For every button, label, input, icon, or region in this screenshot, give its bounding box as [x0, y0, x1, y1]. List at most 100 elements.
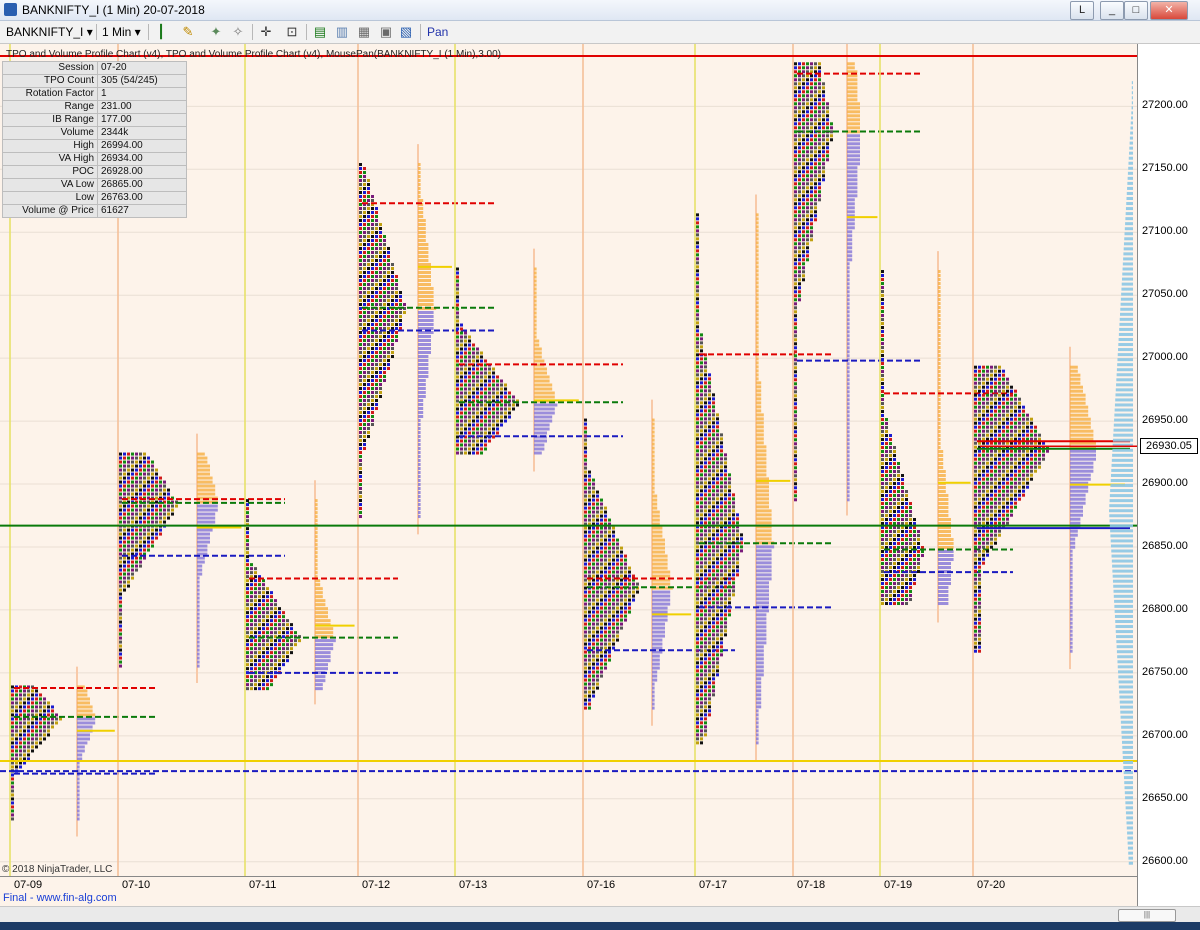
tpo-block	[982, 373, 985, 377]
volume-bar	[756, 305, 759, 309]
tpo-block	[246, 663, 249, 667]
tpo-block	[994, 421, 997, 425]
candlestick-icon[interactable]: ┃	[153, 24, 169, 40]
tpo-block	[881, 366, 884, 370]
tpo-block	[885, 502, 888, 506]
volume-bar	[847, 478, 850, 482]
tpo-block	[460, 403, 463, 407]
maximize-button[interactable]: □	[1124, 1, 1148, 20]
volume-bar	[197, 660, 200, 664]
tpo-block	[798, 118, 801, 122]
tpo-block	[893, 478, 896, 482]
tpo-block	[889, 554, 892, 558]
tpo-block	[724, 613, 727, 617]
tpo-block	[472, 415, 475, 419]
tpo-block	[724, 505, 727, 509]
tpo-block	[986, 449, 989, 453]
chart-panel[interactable]: TPO and Volume Profile Chart (v4), TPO a…	[0, 44, 1200, 906]
link-button[interactable]: L	[1070, 1, 1094, 20]
tpo-block	[119, 500, 122, 504]
tpo-block	[998, 373, 1001, 377]
tpo-block	[732, 501, 735, 505]
tpo-block	[696, 413, 699, 417]
crosshair-icon[interactable]: ✛	[258, 24, 274, 40]
tpo-block	[708, 521, 711, 525]
tpo-block	[986, 477, 989, 481]
tpo-block	[359, 171, 362, 175]
tpo-block	[472, 371, 475, 375]
pencil-icon[interactable]: ✎	[180, 24, 196, 40]
tpo-block	[712, 573, 715, 577]
tpo-block	[123, 520, 126, 524]
tpo-block	[367, 391, 370, 395]
tpo-block	[806, 162, 809, 166]
tpo-block	[712, 533, 715, 537]
tpo-block	[11, 701, 14, 705]
tpo-block	[732, 593, 735, 597]
tpo-block	[708, 489, 711, 493]
stay-tool-icon[interactable]: ✧	[230, 24, 246, 40]
volume-bar	[756, 589, 769, 593]
tpo-block	[359, 311, 362, 315]
tpo-block	[371, 331, 374, 335]
tpo-block	[696, 405, 699, 409]
instrument-selector[interactable]: BANKNIFTY_I ▾	[6, 24, 93, 40]
tpo-block	[994, 465, 997, 469]
zoom-icon[interactable]: ⊡	[284, 24, 300, 40]
volume-bar	[938, 418, 941, 422]
pan-mode-label[interactable]: Pan	[427, 24, 448, 40]
tpo-block	[974, 453, 977, 457]
interval-selector[interactable]: 1 Min ▾	[102, 24, 141, 40]
tpo-block	[596, 618, 599, 622]
tpo-block	[246, 587, 249, 591]
tpo-block	[814, 102, 817, 106]
tpo-block	[708, 393, 711, 397]
strategies-icon[interactable]: ▦	[356, 24, 372, 40]
tpo-block	[371, 315, 374, 319]
tpo-block	[982, 477, 985, 481]
tpo-block	[889, 442, 892, 446]
properties-icon[interactable]: ▣	[378, 24, 394, 40]
data-box-icon[interactable]: ▧	[398, 24, 414, 40]
tpo-block	[131, 516, 134, 520]
tpo-block	[978, 425, 981, 429]
tpo-block	[794, 62, 797, 66]
tpo-block	[696, 717, 699, 721]
volume-bar	[756, 533, 772, 537]
tpo-block	[472, 387, 475, 391]
tpo-block	[584, 622, 587, 626]
tpo-block	[266, 607, 269, 611]
tpo-block	[720, 629, 723, 633]
tpo-block	[986, 417, 989, 421]
close-window-button[interactable]: ✕	[1150, 1, 1188, 20]
tpo-block	[810, 202, 813, 206]
volume-bar	[756, 429, 764, 433]
tpo-block	[250, 631, 253, 635]
tpo-block	[700, 377, 703, 381]
tpo-block	[889, 562, 892, 566]
tpo-block	[696, 569, 699, 573]
tpo-block	[794, 422, 797, 426]
tpo-block	[798, 162, 801, 166]
tpo-block	[974, 489, 977, 493]
tpo-block	[716, 533, 719, 537]
tpo-block	[379, 287, 382, 291]
tpo-block	[27, 697, 30, 701]
indicators-icon[interactable]: ▥	[334, 24, 350, 40]
tpo-block	[147, 476, 150, 480]
tpo-block	[135, 528, 138, 532]
tpo-block	[31, 705, 34, 709]
tpo-block	[472, 403, 475, 407]
tpo-block	[1034, 425, 1037, 429]
tpo-block	[708, 429, 711, 433]
chart-style-icon[interactable]: ▤	[312, 24, 328, 40]
tpo-block	[608, 642, 611, 646]
volume-bar	[418, 511, 421, 515]
minimize-button[interactable]: _	[1100, 1, 1124, 20]
tpo-block	[266, 623, 269, 627]
tpo-block	[159, 480, 162, 484]
drawing-tool-icon[interactable]: ✦	[208, 24, 224, 40]
tpo-block	[1006, 381, 1009, 385]
tpo-block	[998, 501, 1001, 505]
tpo-block	[371, 287, 374, 291]
